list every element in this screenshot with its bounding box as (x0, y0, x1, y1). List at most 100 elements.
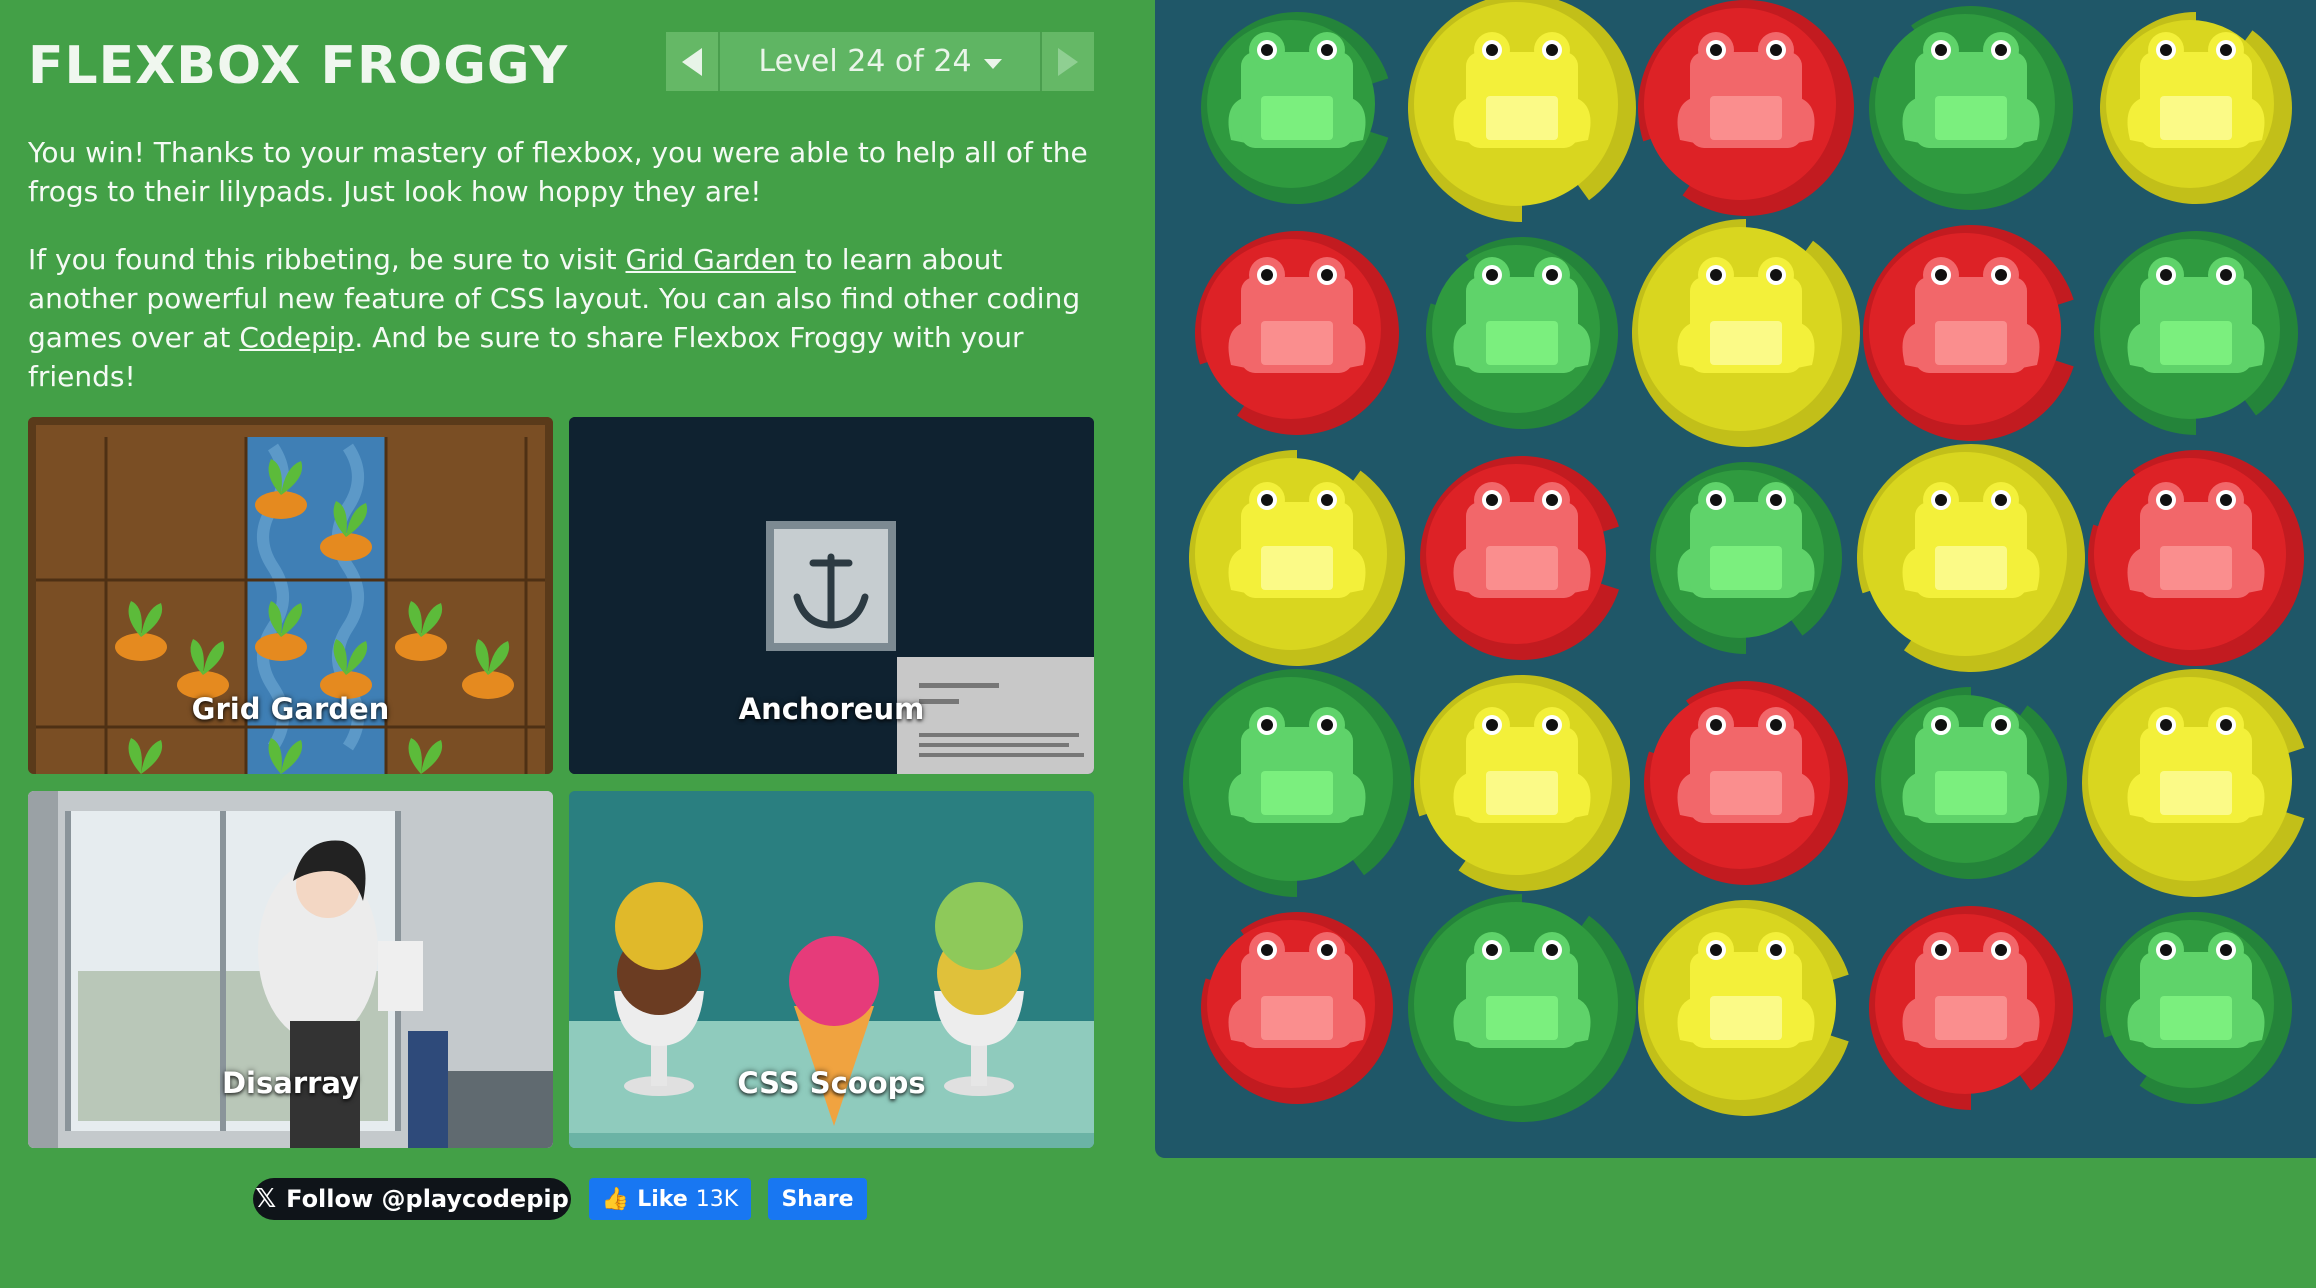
codepip-link[interactable]: Codepip (239, 321, 354, 354)
frog-pupil (1710, 719, 1722, 731)
frog-pupil (1546, 494, 1558, 506)
frog-belly (1710, 996, 1782, 1040)
frog-pupil (1995, 269, 2007, 281)
frog-pupil (1770, 269, 1782, 281)
frog-pupil (1710, 944, 1722, 956)
next-level-button[interactable] (1040, 32, 1094, 91)
frog-pupil (1546, 719, 1558, 731)
yellow-frog-on-lilypad (1638, 900, 1849, 1116)
red-frog-on-lilypad (1195, 231, 1399, 436)
yellow-frog-on-lilypad (1414, 675, 1630, 891)
frog-pupil (1546, 44, 1558, 56)
game-title: Anchoreum (738, 692, 925, 726)
frog-pupil (2220, 44, 2232, 56)
game-tile-css-scoops[interactable]: CSS Scoops (569, 791, 1094, 1148)
facebook-like-button[interactable]: 👍 Like 13K (589, 1178, 751, 1220)
frog-pupil (1710, 44, 1722, 56)
thumbs-up-icon: 👍 (601, 1186, 630, 1212)
frog-pupil (2160, 44, 2172, 56)
frog-belly (1486, 321, 1558, 365)
frog-pupil (1486, 944, 1498, 956)
game-tile-grid-garden[interactable]: Grid Garden (28, 417, 553, 774)
frog-pupil (1710, 494, 1722, 506)
game-tile-disarray[interactable]: Disarray (28, 791, 553, 1148)
red-frog-on-lilypad (1644, 681, 1848, 886)
game-title: CSS Scoops (737, 1066, 926, 1100)
frog-pupil (1546, 944, 1558, 956)
frog-pupil (1770, 944, 1782, 956)
arrow-right-icon (1058, 47, 1078, 76)
frog-belly (2160, 546, 2232, 590)
frog-pupil (1770, 719, 1782, 731)
frog-pupil (1710, 269, 1722, 281)
frog-pupil (2220, 494, 2232, 506)
frog-belly (1935, 996, 2007, 1040)
green-frog-on-lilypad (1869, 5, 2073, 210)
x-logo-icon: 𝕏 (255, 1184, 277, 1214)
promo-message: If you found this ribbeting, be sure to … (28, 240, 1108, 396)
frog-pupil (1995, 944, 2007, 956)
frog-pupil (1321, 269, 1333, 281)
frog-pupil (1935, 494, 1947, 506)
frog-pupil (1546, 269, 1558, 281)
frog-belly (1486, 546, 1558, 590)
frog-belly (1261, 996, 1333, 1040)
green-frog-on-lilypad (2100, 912, 2292, 1104)
game-tile-anchoreum[interactable]: Anchoreum (569, 417, 1094, 774)
share-label: Share (781, 1186, 854, 1212)
frog-pupil (2220, 269, 2232, 281)
pond-board (1183, 0, 2305, 1122)
red-frog-on-lilypad (1420, 456, 1620, 661)
frog-pupil (1486, 269, 1498, 281)
frog-pupil (1321, 494, 1333, 506)
frog-pupil (1261, 44, 1273, 56)
frog-belly (2160, 321, 2232, 365)
frog-pupil (2160, 944, 2172, 956)
yellow-frog-on-lilypad (1189, 449, 1405, 666)
frog-belly (1261, 546, 1333, 590)
caret-down-icon (983, 58, 1002, 69)
win-message: You win! Thanks to your mastery of flexb… (28, 136, 1088, 208)
green-frog-on-lilypad (1650, 461, 1842, 654)
yellow-frog-on-lilypad (2100, 12, 2292, 204)
facebook-share-button[interactable]: Share (768, 1178, 867, 1220)
red-frog-on-lilypad (1638, 0, 1854, 217)
arrow-left-icon (682, 47, 702, 76)
frog-pupil (1770, 44, 1782, 56)
frog-pupil (1995, 44, 2007, 56)
frog-belly (2160, 96, 2232, 140)
green-frog-on-lilypad (1408, 894, 1636, 1122)
frog-belly (1710, 96, 1782, 140)
x-follow-button[interactable]: 𝕏 Follow @playcodepip (253, 1178, 571, 1220)
frog-belly (1935, 321, 2007, 365)
promo-text-1: If you found this ribbeting, be sure to … (28, 243, 626, 276)
yellow-frog-on-lilypad (1632, 219, 1860, 447)
frog-pupil (1486, 44, 1498, 56)
frog-pupil (1995, 494, 2007, 506)
green-frog-on-lilypad (1201, 12, 1389, 204)
previous-level-button[interactable] (666, 32, 720, 91)
red-frog-on-lilypad (1201, 912, 1393, 1104)
red-frog-on-lilypad (1863, 225, 2074, 441)
frog-belly (1261, 96, 1333, 140)
frog-belly (1710, 321, 1782, 365)
frog-belly (1486, 996, 1558, 1040)
frog-belly (2160, 771, 2232, 815)
frog-belly (1935, 546, 2007, 590)
yellow-frog-on-lilypad (1408, 0, 1636, 222)
grid-garden-link[interactable]: Grid Garden (626, 243, 796, 276)
page-title: FLEXBOX FROGGY (28, 36, 569, 96)
frog-pupil (2160, 269, 2172, 281)
level-label: Level 24 of 24 (758, 44, 972, 79)
frog-pupil (1261, 944, 1273, 956)
frog-pupil (1261, 269, 1273, 281)
green-frog-on-lilypad (2094, 231, 2298, 435)
frog-pupil (1935, 944, 1947, 956)
like-label: Like (637, 1186, 688, 1212)
green-frog-on-lilypad (1426, 236, 1618, 429)
frog-pupil (2220, 719, 2232, 731)
frog-belly (1261, 771, 1333, 815)
game-title: Disarray (221, 1066, 360, 1100)
level-indicator[interactable]: Level 24 of 24 (720, 32, 1040, 91)
pond (1155, 0, 2316, 1158)
